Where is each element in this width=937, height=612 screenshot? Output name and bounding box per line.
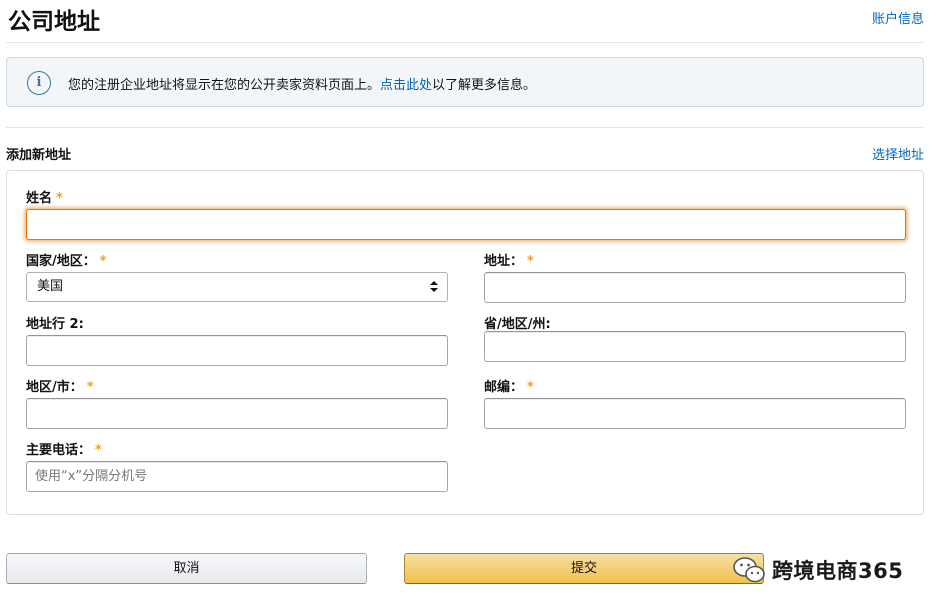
address-form: 姓名 * 国家/地区： * 美国 地址： * 地址行 2: 省/地区/州: 地区/市：… bbox=[6, 170, 924, 515]
required-mark: * bbox=[86, 380, 94, 395]
zip-label: 邮编： * bbox=[484, 380, 534, 395]
phone-input[interactable] bbox=[26, 461, 448, 492]
select-arrows-icon bbox=[430, 281, 438, 293]
phone-label: 主要电话： * bbox=[26, 443, 102, 458]
section-divider bbox=[6, 127, 924, 128]
watermark-text: 跨境电商365 bbox=[772, 559, 904, 583]
info-icon: i bbox=[27, 71, 51, 95]
address-label: 地址： * bbox=[484, 254, 534, 269]
required-mark: * bbox=[527, 380, 534, 395]
submit-button[interactable]: 提交 bbox=[404, 553, 764, 584]
zip-input[interactable] bbox=[484, 398, 906, 429]
name-label: 姓名 * bbox=[26, 191, 63, 206]
title-divider bbox=[6, 42, 924, 43]
state-label: 省/地区/州: bbox=[484, 317, 551, 332]
address-input[interactable] bbox=[484, 272, 906, 303]
address2-label: 地址行 2: bbox=[26, 317, 84, 332]
country-select[interactable]: 美国 bbox=[26, 272, 448, 302]
required-mark: * bbox=[527, 254, 534, 269]
required-mark: * bbox=[95, 443, 102, 458]
required-mark: * bbox=[56, 191, 63, 206]
page-title: 公司地址 bbox=[8, 9, 100, 35]
cancel-button[interactable]: 取消 bbox=[6, 553, 367, 584]
info-box: i 您的注册企业地址将显示在您的公开卖家资料页面上。点击此处以了解更多信息。 bbox=[6, 57, 924, 107]
wechat-logo-icon bbox=[732, 555, 766, 585]
info-text-before: 您的注册企业地址将显示在您的公开卖家资料页面上。 bbox=[68, 78, 381, 93]
address2-input[interactable] bbox=[26, 335, 448, 366]
info-text: 您的注册企业地址将显示在您的公开卖家资料页面上。点击此处以了解更多信息。 bbox=[68, 74, 536, 93]
section-title: 添加新地址 bbox=[6, 148, 72, 163]
account-info-link[interactable]: 账户信息 bbox=[872, 8, 924, 27]
city-label: 地区/市： * bbox=[26, 380, 94, 395]
required-mark: * bbox=[99, 254, 107, 269]
watermark: 跨境电商365 bbox=[732, 553, 903, 587]
info-learn-more-link[interactable]: 点击此处 bbox=[380, 78, 432, 93]
info-text-after: 以了解更多信息。 bbox=[432, 78, 537, 93]
state-input[interactable] bbox=[484, 331, 906, 362]
city-input[interactable] bbox=[26, 398, 448, 429]
select-address-link[interactable]: 选择地址 bbox=[872, 144, 924, 163]
name-input[interactable] bbox=[26, 209, 906, 240]
country-label: 国家/地区： * bbox=[26, 254, 107, 269]
